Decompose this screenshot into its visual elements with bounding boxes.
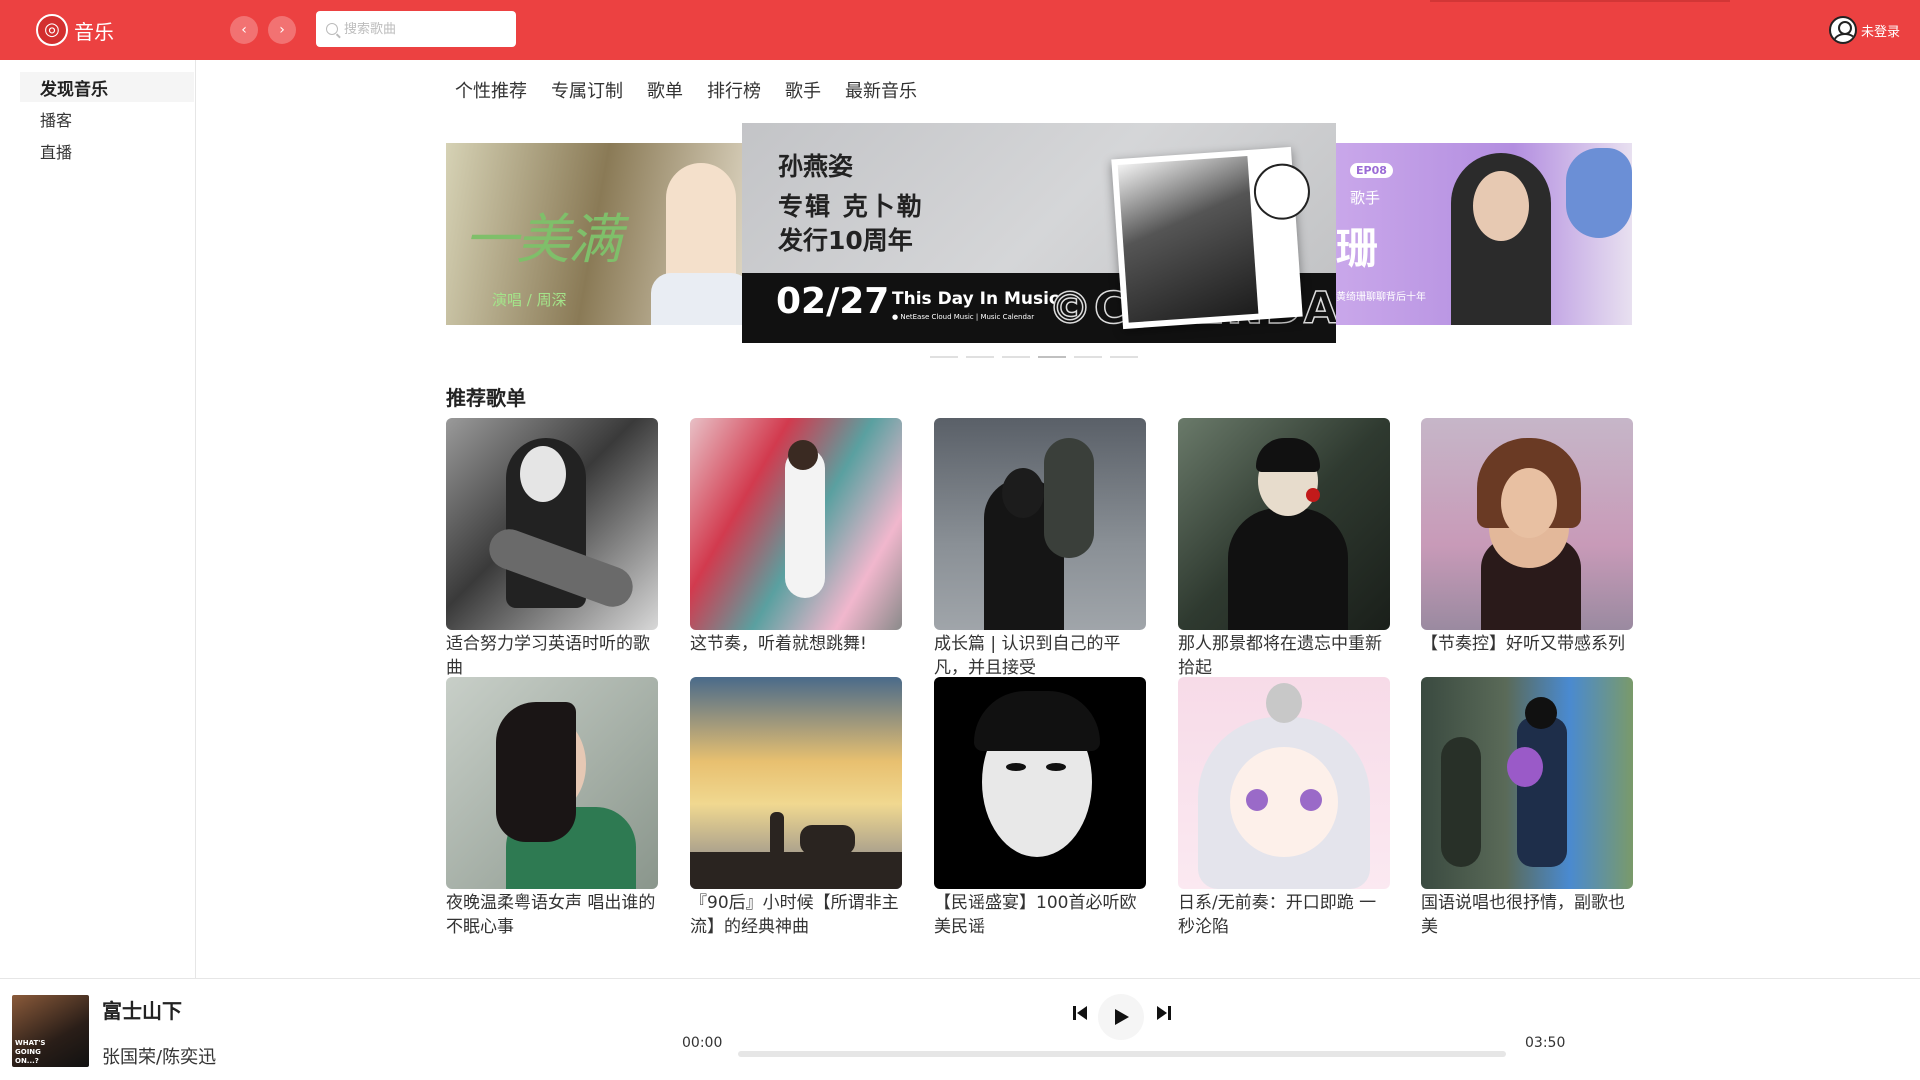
search-icon bbox=[326, 23, 338, 35]
playlist-card[interactable]: 【民谣盛宴】100首必听欧美民谣 bbox=[934, 677, 1146, 939]
banner-slide-main[interactable]: 孙燕姿 专辑 克卜勒 发行10周年 02/27 This Day In Musi… bbox=[742, 123, 1336, 343]
now-playing-title[interactable]: 富士山下 bbox=[102, 995, 182, 1024]
playlist-card[interactable]: 日系/无前奏：开口即跪 一秒沦陷 bbox=[1178, 677, 1390, 939]
playlist-name[interactable]: 『90后』小时候【所谓非主流】的经典神曲 bbox=[690, 891, 902, 939]
banner-right-title: 珊 bbox=[1336, 224, 1379, 273]
progress-bar[interactable] bbox=[738, 1051, 1506, 1057]
playlist-cover[interactable] bbox=[1421, 677, 1633, 889]
playlist-name[interactable]: 适合努力学习英语时听的歌曲 bbox=[446, 632, 658, 680]
banner-main-tagline: This Day In Music bbox=[892, 289, 1060, 309]
playlist-card[interactable]: 夜晚温柔粤语女声 唱出谁的不眠心事 bbox=[446, 677, 658, 939]
banner-right-caption: 黄绮珊聊聊背后十年 bbox=[1336, 292, 1426, 303]
banner-right-person-image bbox=[1451, 153, 1551, 325]
forward-button[interactable]: › bbox=[268, 16, 296, 44]
app-name: 音乐 bbox=[74, 19, 114, 44]
banner-main-tagline-sub: ● NetEase Cloud Music | Music Calendar bbox=[892, 313, 1035, 321]
now-playing-cover[interactable] bbox=[12, 995, 89, 1067]
banner-main-line2: 专辑 克卜勒 bbox=[778, 192, 924, 221]
banner-artist-shirt bbox=[651, 273, 742, 325]
player-bar: 富士山下 张国荣/陈奕迅 00:00 03:50 bbox=[0, 978, 1920, 1080]
banner-album-cover bbox=[1111, 146, 1312, 330]
carousel-dot[interactable] bbox=[930, 356, 958, 358]
playlist-name[interactable]: 成长篇 | 认识到自己的平凡，并且接受 bbox=[934, 632, 1146, 680]
chevron-left-icon: ‹ bbox=[241, 22, 247, 38]
sidebar-item-podcast[interactable]: 播客 bbox=[20, 104, 194, 134]
playlist-cover[interactable] bbox=[446, 677, 658, 889]
tab-playlists[interactable]: 歌单 bbox=[647, 78, 683, 106]
carousel-indicators bbox=[930, 356, 1146, 358]
playlist-card[interactable]: 那人那景都将在遗忘中重新拾起 bbox=[1178, 418, 1390, 680]
playlist-cover[interactable] bbox=[934, 677, 1146, 889]
playlist-cover[interactable] bbox=[1178, 677, 1390, 889]
banner-left-title: 一美满 bbox=[464, 208, 622, 271]
app-logo[interactable]: ◎ 音乐 bbox=[36, 14, 114, 46]
netease-logo-icon: ◎ bbox=[36, 14, 68, 46]
banner-slide-right[interactable]: EP08 歌手 珊 黄绮珊聊聊背后十年 bbox=[1336, 143, 1632, 325]
banner-right-mascot bbox=[1566, 148, 1632, 238]
playlist-name[interactable]: 国语说唱也很抒情，副歌也美 bbox=[1421, 891, 1633, 939]
playlist-name[interactable]: 【节奏控】好听又带感系列 bbox=[1421, 632, 1633, 680]
user-login[interactable]: 未登录 bbox=[1828, 16, 1900, 44]
playlist-card[interactable]: 国语说唱也很抒情，副歌也美 bbox=[1421, 677, 1633, 939]
playlist-name[interactable]: 【民谣盛宴】100首必听欧美民谣 bbox=[934, 891, 1146, 939]
previous-track-button[interactable] bbox=[1068, 1001, 1092, 1025]
now-playing-artist[interactable]: 张国荣/陈奕迅 bbox=[102, 1043, 216, 1069]
tab-personal-recommend[interactable]: 个性推荐 bbox=[455, 78, 527, 106]
search-input[interactable] bbox=[344, 21, 504, 37]
chevron-right-icon: › bbox=[279, 22, 285, 38]
search-box[interactable] bbox=[316, 11, 516, 47]
banner-main-line3: 发行10周年 bbox=[778, 226, 913, 255]
top-header: ◎ 音乐 ‹ › 未登录 bbox=[0, 0, 1920, 60]
tab-artists[interactable]: 歌手 bbox=[785, 78, 821, 106]
back-button[interactable]: ‹ bbox=[230, 16, 258, 44]
vinyl-disc-icon bbox=[1252, 161, 1312, 222]
total-time: 03:50 bbox=[1525, 1035, 1566, 1051]
skip-next-icon bbox=[1157, 1006, 1171, 1020]
playlist-card[interactable]: 适合努力学习英语时听的歌曲 bbox=[446, 418, 658, 680]
album-photo bbox=[1117, 155, 1259, 323]
playlist-name[interactable]: 日系/无前奏：开口即跪 一秒沦陷 bbox=[1178, 891, 1390, 939]
carousel-dot[interactable] bbox=[1002, 356, 1030, 358]
section-title-recommend: 推荐歌单 bbox=[446, 386, 526, 410]
banner-left-subtitle: 演唱 / 周深 bbox=[492, 291, 567, 309]
sidebar-item-discover[interactable]: 发现音乐 bbox=[20, 72, 194, 102]
playlist-card[interactable]: 成长篇 | 认识到自己的平凡，并且接受 bbox=[934, 418, 1146, 680]
playlist-name[interactable]: 这节奏，听着就想跳舞! bbox=[690, 632, 902, 680]
tab-charts[interactable]: 排行榜 bbox=[707, 78, 761, 106]
user-login-label: 未登录 bbox=[1860, 24, 1900, 40]
playlist-card[interactable]: 『90后』小时候【所谓非主流】的经典神曲 bbox=[690, 677, 902, 939]
user-avatar-icon bbox=[1828, 16, 1857, 44]
playlist-cover[interactable] bbox=[690, 418, 902, 630]
banner-main-date: 02/27 bbox=[776, 281, 890, 322]
carousel-dot-active[interactable] bbox=[1038, 356, 1066, 358]
playlist-cover[interactable] bbox=[446, 418, 658, 630]
playlist-card[interactable]: 这节奏，听着就想跳舞! bbox=[690, 418, 902, 680]
sidebar: 发现音乐 播客 直播 bbox=[0, 60, 196, 978]
playlist-cover[interactable] bbox=[1421, 418, 1633, 630]
banner-right-label: 歌手 bbox=[1350, 189, 1381, 207]
banner-slide-left[interactable]: 一美满 演唱 / 周深 bbox=[446, 143, 742, 325]
playlist-card[interactable]: 【节奏控】好听又带感系列 bbox=[1421, 418, 1633, 680]
carousel-dot[interactable] bbox=[1110, 356, 1138, 358]
discover-tabs: 个性推荐 专属订制 歌单 排行榜 歌手 最新音乐 bbox=[455, 78, 941, 106]
carousel-dot[interactable] bbox=[966, 356, 994, 358]
play-button[interactable] bbox=[1098, 994, 1144, 1040]
playlist-name[interactable]: 夜晚温柔粤语女声 唱出谁的不眠心事 bbox=[446, 891, 658, 939]
playlist-cover[interactable] bbox=[1178, 418, 1390, 630]
header-divider bbox=[1430, 0, 1730, 2]
banner-carousel: 一美满 演唱 / 周深 EP08 歌手 珊 黄绮珊聊聊背后十年 孙燕姿 专辑 克… bbox=[446, 123, 1632, 363]
playlist-name[interactable]: 那人那景都将在遗忘中重新拾起 bbox=[1178, 632, 1390, 680]
next-track-button[interactable] bbox=[1152, 1001, 1176, 1025]
banner-main-line1: 孙燕姿 bbox=[778, 152, 854, 181]
playlist-cover[interactable] bbox=[934, 418, 1146, 630]
tab-new-music[interactable]: 最新音乐 bbox=[845, 78, 917, 106]
playlist-cover[interactable] bbox=[690, 677, 902, 889]
skip-previous-icon bbox=[1073, 1006, 1087, 1020]
sidebar-item-live[interactable]: 直播 bbox=[20, 136, 194, 166]
play-icon bbox=[1115, 1009, 1129, 1025]
tab-custom[interactable]: 专属订制 bbox=[551, 78, 623, 106]
banner-right-badge: EP08 bbox=[1350, 163, 1393, 178]
current-time: 00:00 bbox=[682, 1035, 723, 1051]
carousel-dot[interactable] bbox=[1074, 356, 1102, 358]
